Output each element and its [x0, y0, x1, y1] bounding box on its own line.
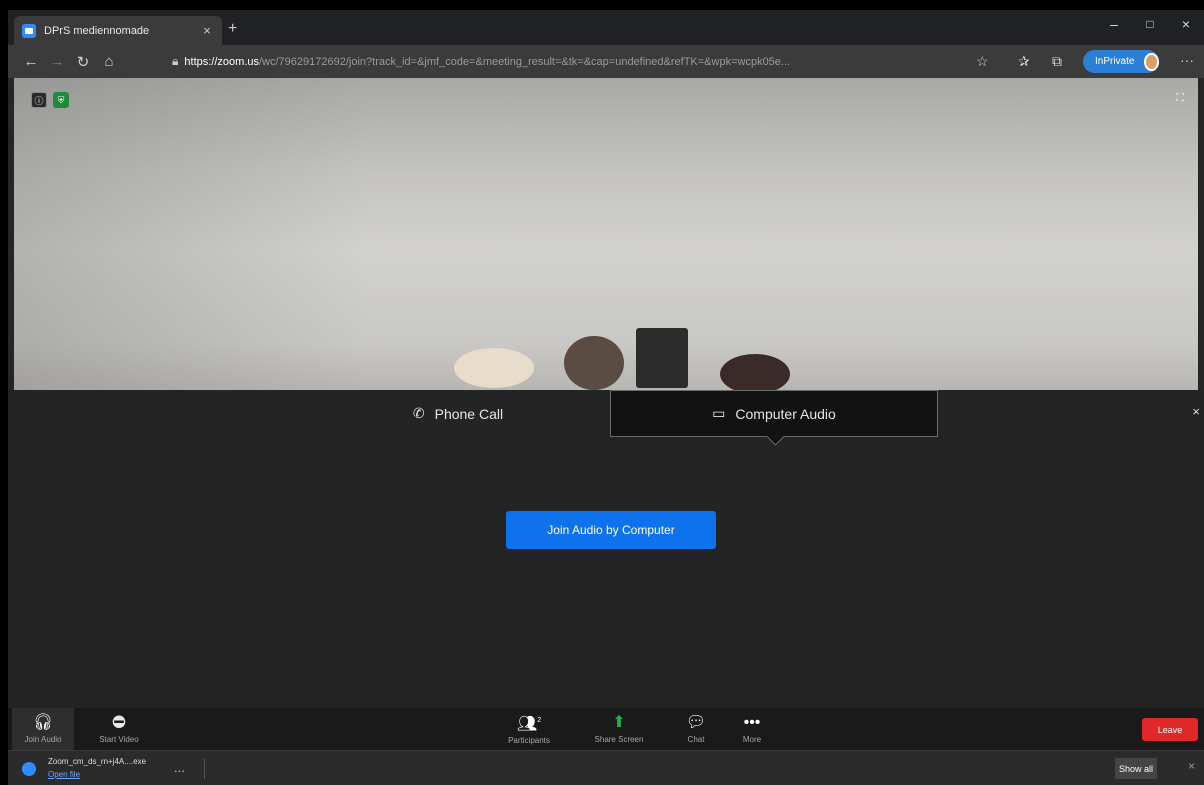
refresh-icon[interactable]: ↻	[70, 53, 96, 71]
headphones-icon: 🎧︎	[32, 713, 54, 731]
avatar	[1144, 52, 1159, 71]
leave-button[interactable]: Leave	[1142, 718, 1198, 741]
divider	[204, 759, 205, 779]
close-icon[interactable]: ×	[1192, 404, 1200, 419]
more-label: More	[742, 734, 762, 744]
url-host: zoom.us	[217, 55, 259, 68]
meeting-toolbar: 🎧︎ Join Audio ⛔︎ Start Video 👥︎2 Partici…	[8, 708, 1204, 750]
browser-tab[interactable]: DPrS mediennomade ×	[14, 16, 222, 45]
video-off-icon: ⛔︎	[112, 713, 126, 731]
chat-icon: 💬︎	[685, 713, 707, 731]
tab-strip: DPrS mediennomade × + – □ ×	[8, 10, 1204, 45]
chat-button[interactable]: 💬︎ Chat	[676, 708, 716, 750]
home-icon[interactable]: ⌂	[96, 53, 122, 70]
back-arrow-icon[interactable]: ←	[18, 53, 44, 70]
more-button[interactable]: ••• More	[732, 708, 772, 750]
inprivate-badge[interactable]: InPrivate	[1083, 50, 1159, 73]
join-audio-label: Join Audio	[24, 734, 62, 744]
show-all-button[interactable]: Show all	[1115, 758, 1157, 779]
downloads-close-icon[interactable]: ×	[1188, 759, 1195, 773]
start-video-label: Start Video	[99, 734, 139, 744]
favorites-icon[interactable]: ✰	[1018, 53, 1030, 70]
status-icons: ⓘ ⛨	[31, 92, 69, 108]
lock-icon[interactable]: 🔒︎	[172, 54, 178, 69]
video-scene	[454, 328, 834, 394]
fullscreen-icon[interactable]: ⛶	[1176, 92, 1184, 105]
tab-computer-audio[interactable]: ▭ Computer Audio	[610, 390, 938, 437]
join-audio-panel: ✆ Phone Call ▭ Computer Audio × Join Aud…	[8, 390, 1204, 708]
participants-count: 2	[537, 716, 542, 724]
info-icon[interactable]: ⓘ	[31, 92, 47, 108]
browser-window: DPrS mediennomade × + – □ × ← → ↻ ⌂ 🔒︎ h…	[8, 10, 1204, 785]
more-dots-icon[interactable]: ···	[1180, 52, 1194, 68]
forward-arrow-icon[interactable]: →	[44, 53, 70, 70]
maximize-button[interactable]: □	[1138, 17, 1162, 31]
url-scheme: https://	[184, 55, 218, 68]
tab-title: DPrS mediennomade	[44, 24, 150, 37]
tab-close-icon[interactable]: ×	[200, 23, 214, 38]
downloads-bar: Zoom_cm_ds_rn+j4A....exe Open file ... S…	[8, 750, 1204, 785]
zoom-favicon-icon	[22, 23, 36, 38]
address-bar-row: ← → ↻ ⌂ 🔒︎ https://zoom.us/wc/7962917269…	[8, 45, 1204, 78]
star-icon[interactable]: ☆	[976, 53, 989, 70]
new-tab-button[interactable]: +	[228, 20, 237, 38]
share-screen-button[interactable]: ⬆ Share Screen	[584, 708, 654, 750]
window-close-button[interactable]: ×	[1174, 16, 1198, 32]
participants-button[interactable]: 👥︎2 Participants	[496, 708, 562, 750]
phone-icon: ✆	[412, 405, 425, 421]
collections-icon[interactable]: ⧉	[1052, 53, 1062, 70]
tab-phone-call[interactable]: ✆ Phone Call	[308, 390, 608, 437]
encryption-shield-icon[interactable]: ⛨	[53, 92, 69, 108]
url-field[interactable]: 🔒︎ https://zoom.us/wc/79629172692/join?t…	[172, 49, 974, 74]
inprivate-label: InPrivate	[1095, 56, 1135, 67]
chat-label: Chat	[687, 734, 705, 744]
more-dots-icon: •••	[743, 713, 761, 731]
join-audio-button[interactable]: 🎧︎ Join Audio	[12, 708, 74, 750]
share-screen-icon: ⬆	[612, 713, 626, 731]
minimize-button[interactable]: –	[1102, 16, 1126, 32]
join-audio-by-computer-button[interactable]: Join Audio by Computer	[506, 511, 716, 549]
participant-video: ⓘ ⛨ ⛶	[14, 78, 1198, 394]
share-screen-label: Share Screen	[594, 734, 644, 744]
tab-computer-audio-label: Computer Audio	[735, 405, 836, 422]
start-video-button[interactable]: ⛔︎ Start Video	[88, 708, 150, 750]
participants-label: Participants	[508, 736, 550, 746]
download-file-name[interactable]: Zoom_cm_ds_rn+j4A....exe	[48, 757, 146, 766]
zoom-installer-icon	[22, 762, 36, 776]
participants-icon: 👥︎2	[516, 715, 542, 733]
download-more-icon[interactable]: ...	[174, 760, 185, 775]
url-path: /wc/79629172692/join?track_id=&jmf_code=…	[259, 55, 791, 68]
meeting-viewport: ⓘ ⛨ ⛶ ✆ Phone Call ▭ Computer Audio × Jo…	[8, 78, 1204, 750]
laptop-icon: ▭	[712, 405, 726, 421]
open-file-link[interactable]: Open file	[48, 770, 80, 779]
tab-phone-call-label: Phone Call	[434, 405, 504, 422]
